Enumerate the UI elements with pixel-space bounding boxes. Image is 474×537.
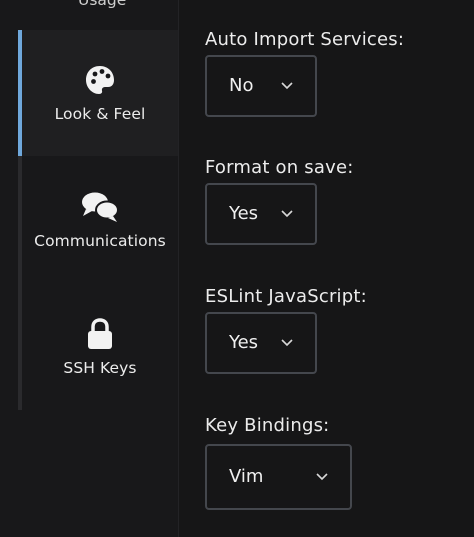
sidebar-item-label: Communications [34,232,166,250]
sidebar-item-label: Look & Feel [54,105,146,123]
eslint-select[interactable]: Yes [205,312,317,374]
sidebar-item-ssh-keys[interactable]: SSH Keys [22,284,178,410]
chevron-down-icon [281,339,293,347]
setting-label: ESLint JavaScript: [205,286,367,307]
sidebar: Usage Look & Feel Communications SSH Key… [0,0,179,537]
chevron-down-icon [316,473,328,481]
sidebar-item-communications[interactable]: Communications [22,157,178,283]
sidebar-item-label: SSH Keys [63,359,137,377]
lock-icon [88,318,112,349]
chevron-down-icon [281,210,293,218]
sidebar-active-indicator [18,30,22,156]
setting-label: Auto Import Services: [205,29,405,50]
key-bindings-select[interactable]: Vim [205,444,352,510]
setting-auto-import: Auto Import Services: No [205,28,405,117]
select-value: Yes [229,332,259,353]
select-value: No [229,75,254,96]
select-value: Vim [229,466,264,487]
settings-window: Usage Look & Feel Communications SSH Key… [0,0,474,537]
setting-format-on-save: Format on save: Yes [205,156,354,245]
chat-bubbles-icon [82,192,119,222]
setting-label: Format on save: [205,157,354,178]
sidebar-item-usage-label[interactable]: Usage [78,0,126,9]
select-value: Yes [229,203,259,224]
chevron-down-icon [281,82,293,90]
auto-import-select[interactable]: No [205,55,317,117]
palette-icon [86,66,114,94]
format-on-save-select[interactable]: Yes [205,183,317,245]
setting-eslint: ESLint JavaScript: Yes [205,285,367,374]
settings-panel: Auto Import Services: No Format on save:… [179,0,474,537]
setting-key-bindings: Key Bindings: Vim [205,414,352,510]
sidebar-item-look-and-feel[interactable]: Look & Feel [22,30,178,156]
setting-label: Key Bindings: [205,415,330,436]
